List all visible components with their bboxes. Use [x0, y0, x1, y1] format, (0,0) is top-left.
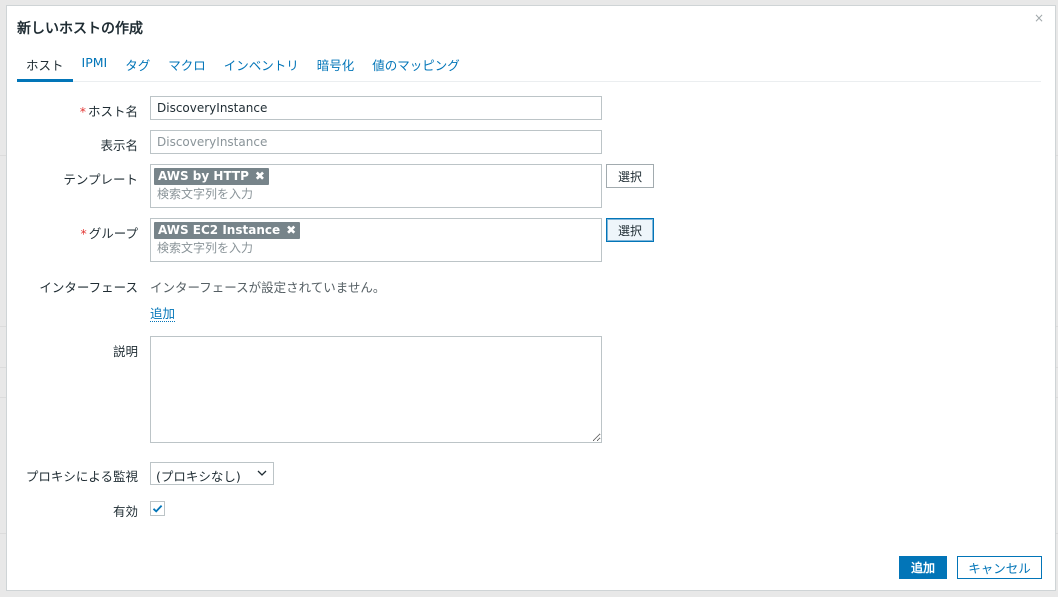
- enabled-checkbox[interactable]: [150, 501, 165, 516]
- templates-search-input[interactable]: [154, 187, 560, 201]
- close-icon[interactable]: ×: [1034, 11, 1044, 25]
- templates-select-button[interactable]: 選択: [606, 164, 654, 188]
- enabled-label: 有効: [112, 504, 138, 519]
- visible-name-label: 表示名: [100, 138, 138, 153]
- proxy-selected-value: (プロキシなし): [156, 469, 241, 484]
- dialog-title: 新しいホストの作成: [17, 21, 143, 37]
- chevron-down-icon: [257, 466, 267, 481]
- tab-inventory[interactable]: インベントリ: [215, 52, 308, 78]
- add-button[interactable]: 追加: [899, 556, 947, 579]
- tab-macros[interactable]: マクロ: [159, 52, 215, 78]
- remove-x-icon[interactable]: ✖: [286, 223, 296, 237]
- groups-multiselect[interactable]: AWS EC2 Instance ✖: [150, 218, 602, 262]
- required-marker: *: [79, 104, 86, 119]
- cancel-button[interactable]: キャンセル: [957, 556, 1042, 579]
- groups-label: * グループ: [80, 226, 138, 241]
- group-chip: AWS EC2 Instance ✖: [154, 222, 301, 239]
- visible-name-input[interactable]: [150, 130, 602, 154]
- remove-x-icon[interactable]: ✖: [255, 169, 265, 183]
- interfaces-empty-text: インターフェースが設定されていません。: [150, 280, 386, 295]
- template-chip: AWS by HTTP ✖: [154, 168, 269, 185]
- tab-value-mapping[interactable]: 値のマッピング: [363, 52, 469, 78]
- host-name-label: * ホスト名: [79, 104, 138, 119]
- templates-multiselect[interactable]: AWS by HTTP ✖: [150, 164, 602, 208]
- tab-ipmi[interactable]: IPMI: [73, 52, 117, 78]
- checkmark-icon: [152, 504, 163, 513]
- required-marker: *: [80, 226, 87, 241]
- proxy-select[interactable]: (プロキシなし): [150, 462, 274, 485]
- host-name-input[interactable]: [150, 96, 602, 120]
- proxy-label: プロキシによる監視: [25, 469, 138, 484]
- groups-select-button[interactable]: 選択: [606, 218, 654, 242]
- templates-label: テンプレート: [63, 172, 138, 187]
- create-host-dialog: 新しいホストの作成 × ホスト IPMI タグ マクロ インベントリ 暗号化 値…: [6, 5, 1056, 591]
- description-textarea[interactable]: [150, 336, 602, 443]
- tab-host[interactable]: ホスト: [17, 52, 73, 82]
- interfaces-label: インターフェース: [39, 280, 138, 295]
- groups-search-input[interactable]: [154, 241, 560, 255]
- tab-tags[interactable]: タグ: [116, 52, 159, 78]
- description-label: 説明: [112, 344, 138, 359]
- tab-bar: ホスト IPMI タグ マクロ インベントリ 暗号化 値のマッピング: [17, 52, 1041, 82]
- add-interface-link[interactable]: 追加: [150, 306, 176, 322]
- tab-encryption[interactable]: 暗号化: [308, 52, 364, 78]
